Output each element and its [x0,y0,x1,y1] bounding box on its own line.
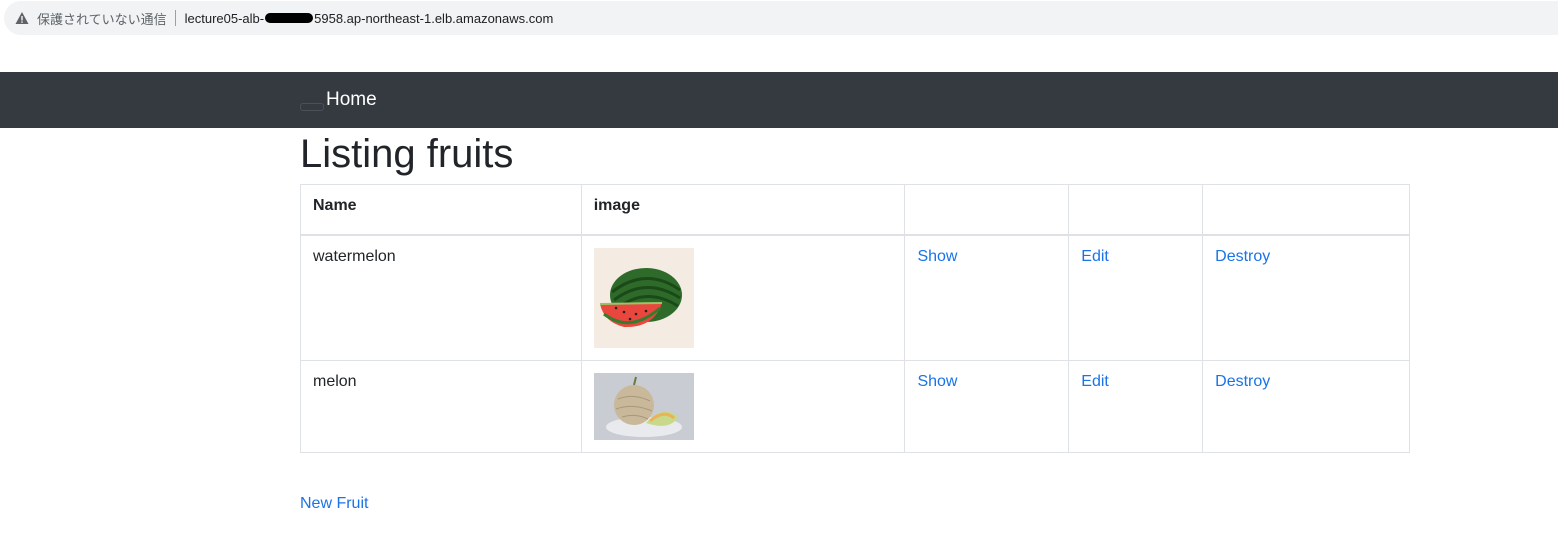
new-fruit-link[interactable]: New Fruit [300,495,368,513]
navbar-toggler[interactable] [300,103,324,111]
edit-link[interactable]: Edit [1081,248,1109,265]
url-prefix: lecture05-alb- [184,10,265,26]
fruit-image-cell [580,359,906,453]
table-row: watermelon Show Edit Destroy [300,234,1410,361]
navbar: Home [0,72,1558,128]
edit-link[interactable]: Edit [1081,373,1109,390]
page-title: Listing fruits [300,132,514,176]
watermelon-image [593,247,694,348]
fruit-image-cell [580,234,906,361]
redaction-mark [265,13,314,23]
destroy-cell: Destroy [1202,234,1410,361]
header-image: image [580,184,906,236]
fruit-name: melon [313,372,357,390]
fruit-name: watermelon [313,247,396,265]
fruit-name-cell: melon [300,359,582,453]
melon-image [593,372,694,440]
show-cell: Show [904,359,1070,453]
table-header-row: Name image [300,184,1410,236]
destroy-link[interactable]: Destroy [1215,373,1270,390]
nav-home-link[interactable]: Home [326,89,377,111]
url-text[interactable]: lecture05-alb- 5958.ap-northeast-1.elb.a… [185,11,554,26]
security-status-label[interactable]: 保護されていない通信 [37,9,167,28]
show-link[interactable]: Show [917,373,957,390]
warning-triangle-icon [15,11,29,25]
destroy-link[interactable]: Destroy [1215,248,1270,265]
fruits-table: Name image watermelon Show Edit Destroy … [300,184,1410,453]
header-show [904,184,1070,236]
edit-cell: Edit [1068,359,1204,453]
address-divider [174,10,176,26]
header-destroy [1202,184,1410,236]
url-suffix: 5958.ap-northeast-1.elb.amazonaws.com [314,10,554,26]
show-cell: Show [904,234,1070,361]
destroy-cell: Destroy [1202,359,1410,453]
edit-cell: Edit [1068,234,1204,361]
fruit-name-cell: watermelon [300,234,582,361]
address-bar[interactable]: 保護されていない通信 lecture05-alb- 5958.ap-northe… [4,1,1558,35]
header-name: Name [300,184,582,236]
table-row: melon Show Edit Destroy [300,359,1410,453]
show-link[interactable]: Show [917,248,957,265]
header-edit [1068,184,1204,236]
